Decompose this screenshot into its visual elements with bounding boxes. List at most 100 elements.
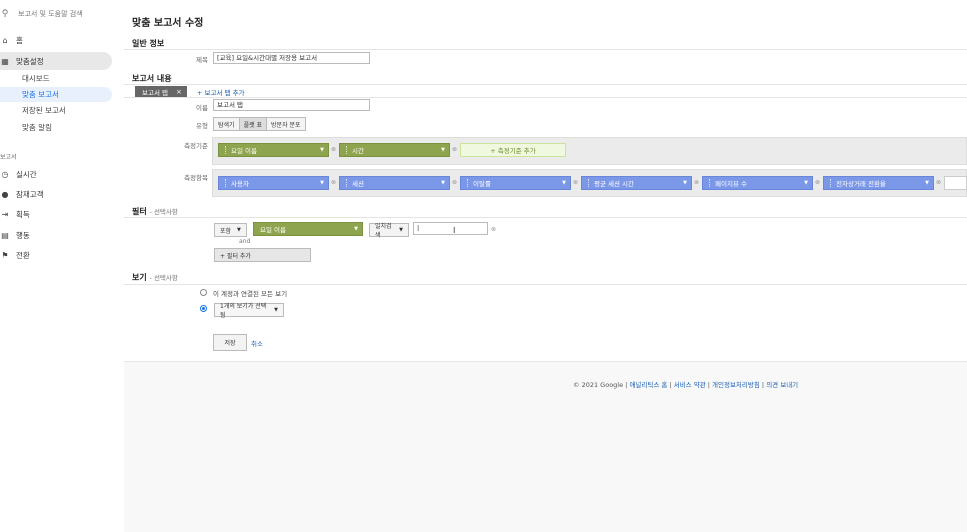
remove-icon[interactable]: ⊗ — [936, 179, 941, 186]
filter-include-select[interactable]: 포함 ▼ — [214, 223, 247, 237]
person-icon: ● — [1, 189, 9, 199]
drag-handle-icon[interactable] — [346, 179, 348, 187]
sidebar: ⚲ 보고서 및 도움말 검색 ⌂ 홈 ▦ 맞춤설정 대시보드 맞춤 보고서 저장… — [0, 0, 124, 532]
filter-dimension-select[interactable]: 요일 이름 ▼ — [253, 222, 363, 236]
acquisition-icon: ⇥ — [1, 209, 9, 219]
drag-handle-icon[interactable] — [588, 179, 590, 187]
nav-audience[interactable]: ● 잠재고객 — [0, 185, 112, 203]
nav-acquisition-label: 획득 — [16, 209, 30, 219]
all-views-label: 이 계정과 연결된 모든 보기 — [213, 290, 288, 298]
metrics-label: 측정항목 — [184, 174, 208, 182]
clock-icon: ◷ — [1, 169, 9, 179]
drag-handle-icon[interactable] — [709, 179, 711, 187]
drag-handle-icon[interactable] — [225, 179, 227, 187]
chevron-down-icon[interactable]: ▼ — [441, 180, 445, 186]
nav-customization[interactable]: ▦ 맞춤설정 — [0, 52, 112, 70]
type-label: 유형 — [196, 122, 208, 130]
chevron-down-icon: ▼ — [237, 227, 241, 233]
dimension-chip-label: 시간 — [352, 147, 364, 155]
remove-icon[interactable]: ⊗ — [694, 179, 699, 186]
dimension-chip[interactable]: 시간 ▼ — [339, 143, 450, 157]
remove-icon[interactable]: ⊗ — [331, 146, 336, 153]
metric-chip[interactable]: 평균 세션 시간 ▼ — [581, 176, 692, 190]
add-metric-button[interactable] — [944, 176, 967, 190]
report-content-heading: 보고서 내용 — [132, 74, 172, 83]
chevron-down-icon: ▼ — [274, 307, 278, 313]
behavior-icon: ▤ — [1, 230, 9, 240]
nav-acquisition[interactable]: ⇥ 획득 — [0, 205, 112, 223]
drag-handle-icon[interactable] — [830, 179, 832, 187]
nav-home[interactable]: ⌂ 홈 — [0, 31, 112, 49]
sub-item-custom-alerts[interactable]: 맞춤 알림 — [0, 120, 112, 135]
footer-link-privacy[interactable]: 개인정보처리방침 — [712, 381, 760, 389]
views-select-label: 1개의 보기가 선택됨 — [220, 303, 267, 319]
filter-match-label: 일치검색 — [375, 223, 392, 239]
save-button[interactable]: 저장 — [213, 334, 247, 351]
filter-match-select[interactable]: 일치검색 ▼ — [369, 223, 409, 239]
sub-item-dashboard[interactable]: 대시보드 — [0, 71, 112, 86]
filter-value-input[interactable]: | — [413, 222, 488, 235]
sub-item-saved-reports[interactable]: 저장된 보고서 — [0, 103, 112, 118]
cancel-link[interactable]: 취소 — [251, 338, 263, 348]
remove-icon[interactable]: ⊗ — [331, 179, 336, 186]
nav-realtime[interactable]: ◷ 실시간 — [0, 165, 112, 183]
title-label: 제목 — [196, 56, 208, 64]
type-map-overlay-button[interactable]: 방문자 분포 — [267, 118, 305, 130]
footer-link-home[interactable]: 애널리틱스 홈 — [629, 381, 667, 389]
close-icon[interactable]: × — [176, 88, 182, 96]
search-icon: ⚲ — [1, 9, 9, 19]
filter-heading-text: 필터 — [132, 207, 147, 216]
add-report-tab-link[interactable]: + 보고서 탭 추가 — [197, 87, 245, 97]
title-input[interactable]: [교육] 요일&시간대별 저장용 보고서 — [213, 52, 370, 64]
drag-handle-icon[interactable] — [467, 179, 469, 187]
metric-chip[interactable]: 세션 ▼ — [339, 176, 450, 190]
chevron-down-icon[interactable]: ▼ — [320, 147, 324, 153]
radio-all-views[interactable] — [200, 289, 207, 296]
chevron-down-icon[interactable]: ▼ — [320, 180, 324, 186]
divider — [124, 49, 967, 50]
type-flat-table-button[interactable]: 플랫 표 — [239, 118, 268, 130]
remove-icon[interactable]: ⊗ — [452, 146, 457, 153]
type-explorer-button[interactable]: 탐색기 — [214, 118, 240, 130]
remove-icon[interactable]: ⊗ — [815, 179, 820, 186]
remove-icon[interactable]: ⊗ — [491, 226, 496, 233]
chevron-down-icon[interactable]: ▼ — [925, 180, 929, 186]
metric-chip-label: 세션 — [352, 180, 364, 188]
chevron-down-icon[interactable]: ▼ — [562, 180, 566, 186]
footer: © 2021 Google | 애널리틱스 홈 | 서비스 약관 | 개인정보처… — [573, 381, 799, 389]
search-input[interactable]: 보고서 및 도움말 검색 — [18, 9, 83, 19]
chevron-down-icon[interactable]: ▼ — [441, 147, 445, 153]
footer-link-feedback[interactable]: 의견 보내기 — [766, 381, 798, 389]
remove-icon[interactable]: ⊗ — [573, 179, 578, 186]
remove-icon[interactable]: ⊗ — [452, 179, 457, 186]
filter-optional-text: - 선택사항 — [149, 208, 178, 216]
metric-chip-label: 평균 세션 시간 — [594, 180, 635, 188]
chevron-down-icon[interactable]: ▼ — [683, 180, 687, 186]
nav-home-label: 홈 — [16, 35, 23, 45]
filter-include-label: 포함 — [220, 227, 232, 235]
footer-copyright: © 2021 Google — [573, 381, 624, 389]
drag-handle-icon[interactable] — [225, 146, 227, 154]
views-select[interactable]: 1개의 보기가 선택됨 ▼ — [214, 303, 284, 319]
metric-chip[interactable]: 이탈률 ▼ — [460, 176, 571, 190]
type-selector: 탐색기 플랫 표 방문자 분포 — [213, 117, 306, 131]
name-input[interactable]: 보고서 탭 — [213, 99, 370, 111]
chevron-down-icon[interactable]: ▼ — [804, 180, 808, 186]
metric-chip[interactable]: 사용자 ▼ — [218, 176, 329, 190]
report-tab-chip[interactable]: 보고서 탭 × — [135, 86, 187, 97]
nav-behavior[interactable]: ▤ 행동 — [0, 226, 112, 244]
search-bar[interactable]: ⚲ 보고서 및 도움말 검색 — [0, 7, 120, 21]
sub-item-custom-reports[interactable]: 맞춤 보고서 — [0, 87, 112, 102]
drag-handle-icon[interactable] — [346, 146, 348, 154]
text-cursor-icon: I — [453, 226, 456, 235]
dimension-chip[interactable]: 요일 이름 ▼ — [218, 143, 329, 157]
metric-chip[interactable]: 전자상거래 전환율 ▼ — [823, 176, 934, 190]
footer-link-terms[interactable]: 서비스 약관 — [674, 381, 706, 389]
nav-conversions[interactable]: ⚑ 전환 — [0, 246, 112, 264]
add-filter-button[interactable]: + 필터 추가 — [214, 248, 311, 262]
add-dimension-button[interactable]: + 측정기준 추가 — [460, 143, 566, 157]
page-title: 맞춤 보고서 수정 — [132, 18, 204, 29]
name-label: 이름 — [196, 104, 208, 112]
metric-chip[interactable]: 페이지뷰 수 ▼ — [702, 176, 813, 190]
radio-selected-views[interactable] — [200, 305, 207, 312]
